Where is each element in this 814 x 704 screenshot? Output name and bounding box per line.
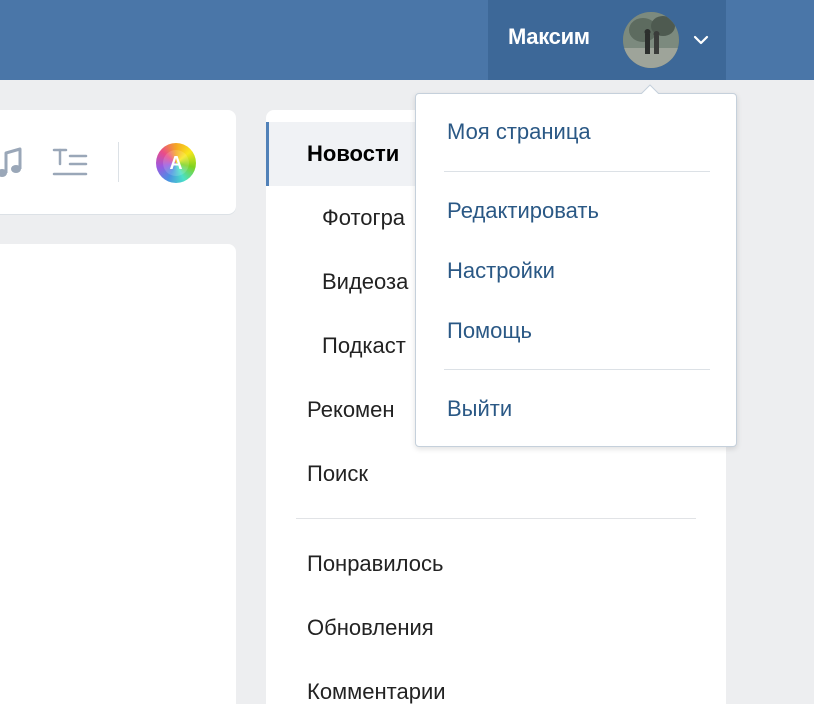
nav-separator [296, 518, 696, 519]
menu-item-edit[interactable]: Редактировать [447, 198, 599, 224]
menu-separator [444, 369, 710, 370]
nav-item-search[interactable]: Поиск [307, 461, 368, 487]
nav-item-liked[interactable]: Понравилось [307, 551, 443, 577]
avatar [623, 12, 679, 68]
nav-item-news[interactable]: Новости [307, 141, 399, 167]
chevron-down-icon [693, 35, 709, 45]
music-icon[interactable] [0, 143, 26, 181]
text-format-icon[interactable] [52, 146, 88, 178]
menu-item-logout[interactable]: Выйти [447, 396, 512, 422]
nav-clip-area: Новости Фотогра Видеоза Подкаст Рекомен [266, 110, 416, 450]
user-name: Максим [508, 24, 590, 49]
menu-item-my-page[interactable]: Моя страница [447, 119, 591, 145]
menu-item-settings[interactable]: Настройки [447, 258, 555, 284]
user-dropdown-menu: Моя страница Редактировать Настройки Пом… [415, 93, 737, 447]
menu-separator [444, 171, 710, 172]
toolbar-divider [118, 142, 119, 182]
nav-item-comments[interactable]: Комментарии [307, 679, 446, 704]
nav-item-videos[interactable]: Видеоза [322, 269, 408, 295]
feed-card [0, 244, 236, 704]
palette-letter: A [163, 150, 189, 176]
nav-item-photos[interactable]: Фотогра [322, 205, 405, 231]
dropdown-pointer [640, 84, 660, 96]
user-menu-button[interactable]: Максим [488, 0, 726, 80]
nav-item-podcasts[interactable]: Подкаст [322, 333, 406, 359]
color-palette-icon[interactable]: A [156, 143, 196, 183]
nav-item-updates[interactable]: Обновления [307, 615, 434, 641]
menu-item-help[interactable]: Помощь [447, 318, 532, 344]
nav-item-recommendations[interactable]: Рекомен [307, 397, 395, 423]
